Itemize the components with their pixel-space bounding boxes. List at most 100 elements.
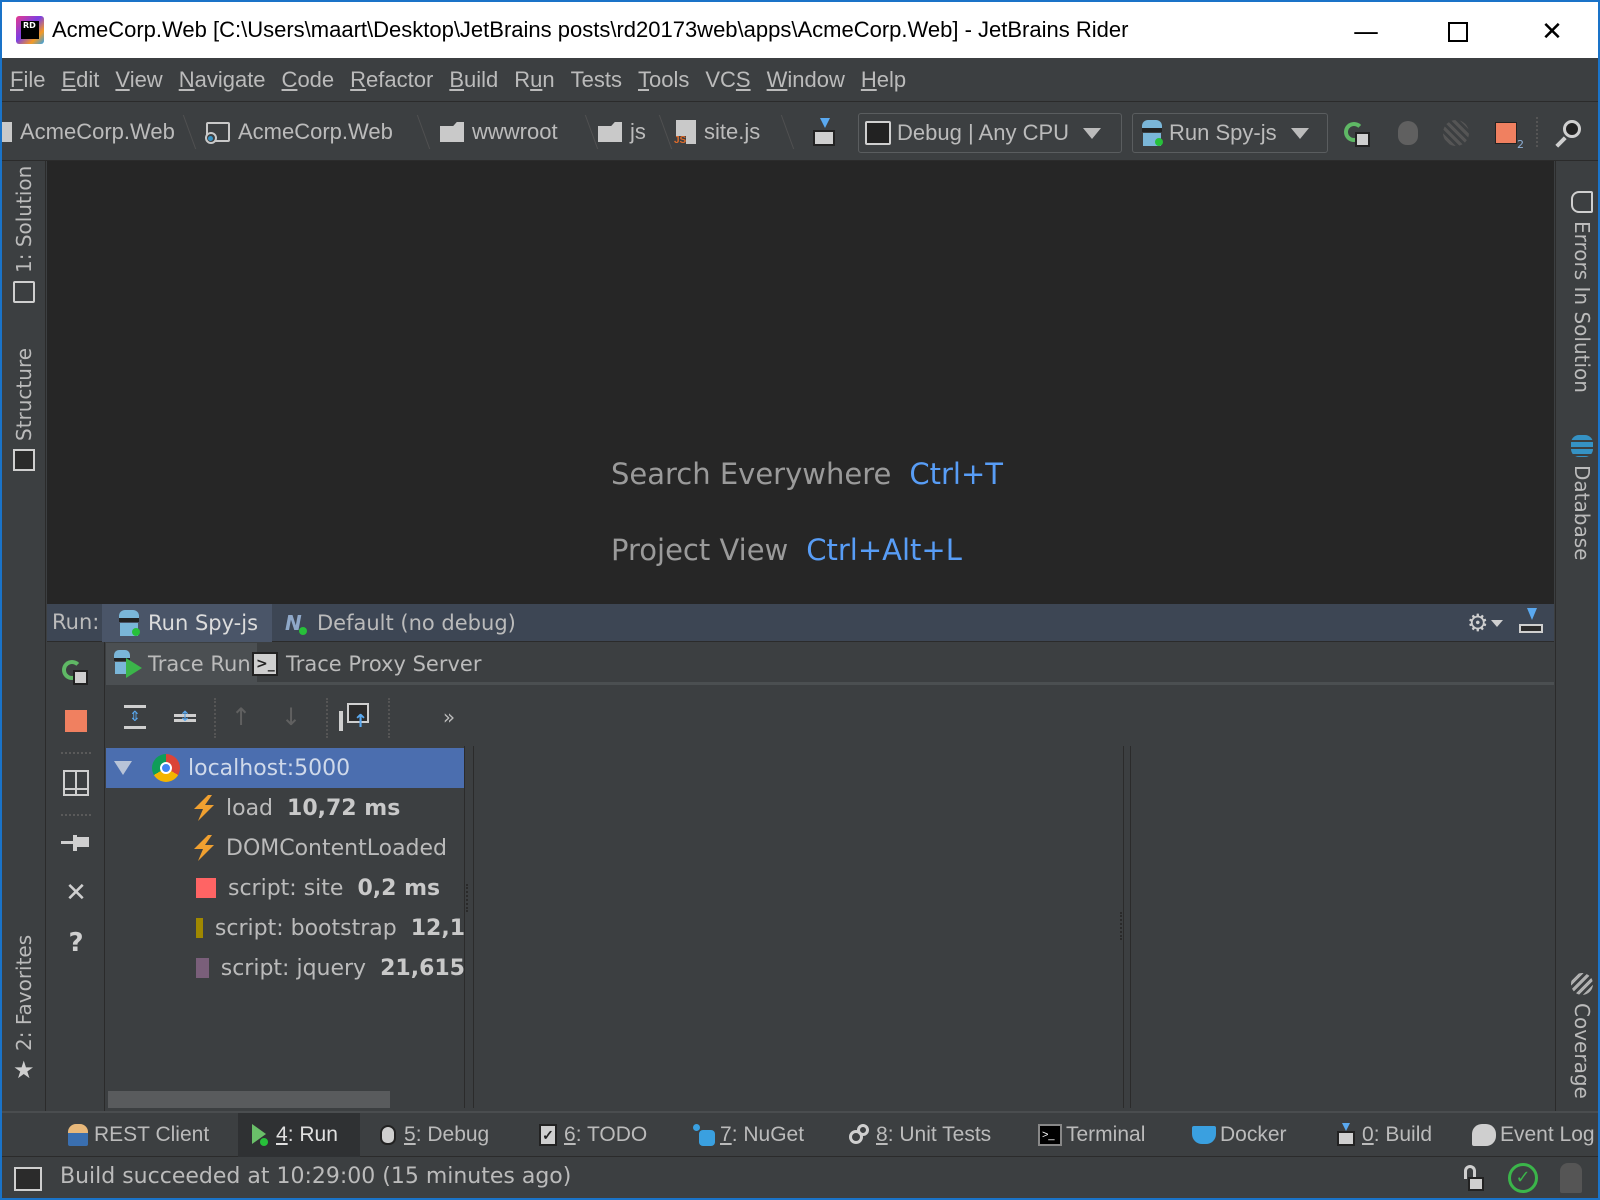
run-config-dropdown[interactable]: Run Spy-js — [1132, 113, 1328, 153]
rerun-button[interactable] — [59, 654, 93, 688]
tool-tab-database[interactable]: Database — [1570, 427, 1594, 560]
menu-item-help[interactable]: Help — [861, 67, 906, 93]
tool-tab-label: : NuGet — [731, 1123, 805, 1146]
subtab-trace-proxy-server[interactable]: >_ Trace Proxy Server — [246, 643, 487, 685]
solution-icon — [2, 122, 12, 142]
breadcrumb-solution[interactable]: AcmeCorp.Web — [2, 113, 175, 151]
tool-tab-run[interactable]: 4: Run — [238, 1113, 360, 1157]
tool-tab-terminal[interactable]: >_ Terminal — [1028, 1113, 1155, 1157]
tool-tab-debug[interactable]: 5: Debug — [366, 1113, 499, 1157]
tool-tab-nuget[interactable]: 7: NuGet — [682, 1113, 814, 1157]
build-icon — [810, 118, 838, 148]
splitter-handle[interactable] — [466, 884, 470, 912]
tool-tab-docker[interactable]: Docker — [1182, 1113, 1297, 1157]
menu-item-view[interactable]: View — [115, 67, 162, 93]
menu-item-build[interactable]: Build — [449, 67, 498, 93]
tool-tab-label: Terminal — [1066, 1123, 1146, 1146]
arrow-up-icon: ↑ — [230, 703, 252, 731]
rerun-icon — [61, 656, 91, 686]
tree-root[interactable]: localhost:5000 — [106, 748, 464, 788]
menu-item-code[interactable]: Code — [282, 67, 335, 93]
pin-button[interactable] — [59, 826, 93, 860]
tree-item[interactable]: script: bootstrap 12,1 — [106, 908, 464, 948]
menu-item-tools[interactable]: Tools — [638, 67, 689, 93]
tree-item[interactable]: script: site 0,2 ms — [106, 868, 464, 908]
more-actions-button[interactable]: » — [432, 700, 466, 734]
unlock-icon[interactable] — [1464, 1165, 1484, 1193]
help-button[interactable]: ? — [59, 926, 93, 960]
export-button[interactable]: ↑ — [338, 700, 372, 734]
title-bar: RD AcmeCorp.Web [C:\Users\maart\Desktop\… — [0, 0, 1600, 58]
breadcrumb-js[interactable]: js — [598, 113, 646, 151]
run-icon — [248, 1123, 272, 1147]
debug-button[interactable] — [1392, 117, 1424, 149]
folder-icon — [598, 122, 622, 142]
inspection-ok-icon[interactable]: ✓ — [1508, 1163, 1538, 1193]
tool-tab-solution[interactable]: 1: Solution — [12, 166, 36, 311]
stop-button[interactable] — [59, 704, 93, 738]
build-button[interactable] — [808, 117, 840, 149]
trace-tree[interactable]: localhost:5000 load 10,72 ms DOMContentLo… — [106, 746, 465, 1108]
rerun-button[interactable] — [1342, 117, 1374, 149]
breadcrumb-project[interactable]: AcmeCorp.Web — [205, 113, 393, 151]
menu-item-vcs[interactable]: VCS — [705, 67, 750, 93]
menu-item-run[interactable]: Run — [514, 67, 554, 93]
expand-all-button[interactable]: ⇕ — [118, 700, 152, 734]
chevron-double-right-icon: » — [442, 705, 456, 729]
tree-item[interactable]: load 10,72 ms — [106, 788, 464, 828]
splitter-handle[interactable] — [1120, 912, 1124, 940]
hint-project-view: Project View Ctrl+Alt+L — [611, 533, 962, 567]
menu-item-refactor[interactable]: Refactor — [350, 67, 433, 93]
tool-tab-event-log[interactable]: Event Log — [1462, 1113, 1600, 1157]
previous-button[interactable]: ↑ — [224, 700, 258, 734]
coverage-button[interactable] — [1440, 117, 1472, 149]
maximize-icon — [1448, 22, 1468, 42]
tool-tab-structure[interactable]: Structure — [12, 348, 36, 479]
menu-item-navigate[interactable]: Navigate — [179, 67, 266, 93]
subtab-trace-run[interactable]: Trace Run — [106, 643, 257, 685]
collapse-all-button[interactable]: ↕ — [168, 700, 202, 734]
docker-icon — [1192, 1123, 1216, 1147]
event-bolt-icon — [190, 834, 218, 862]
stop-button[interactable]: 2 — [1490, 117, 1524, 151]
tool-tab-rest-client[interactable]: REST Client — [56, 1113, 219, 1157]
menu-item-tests[interactable]: Tests — [571, 67, 622, 93]
menu-item-edit[interactable]: Edit — [61, 67, 99, 93]
menu-item-window[interactable]: Window — [767, 67, 845, 93]
collapse-all-icon: ↕ — [174, 705, 196, 729]
tool-tab-unit-tests[interactable]: 8: Unit Tests — [838, 1113, 1001, 1157]
tool-tab-build[interactable]: 0: Build — [1324, 1113, 1442, 1157]
js-file-icon: JS — [674, 120, 696, 146]
close-button[interactable]: ✕ — [1522, 4, 1582, 60]
trace-toolbar: ⇕ ↕ ↑ ↓ ↑ » — [106, 688, 1554, 746]
maximize-button[interactable] — [1428, 4, 1488, 60]
settings-button[interactable]: ⚙ — [1467, 610, 1507, 636]
run-tab-spy-js[interactable]: Run Spy-js — [102, 604, 273, 642]
restore-layout-button[interactable] — [59, 766, 93, 800]
tree-item[interactable]: script: jquery 21,615 — [106, 948, 464, 988]
window-title: AcmeCorp.Web [C:\Users\maart\Desktop\Jet… — [52, 17, 1129, 42]
run-tab-default[interactable]: N Default (no debug) — [271, 604, 530, 642]
tree-item[interactable]: DOMContentLoaded — [106, 828, 464, 868]
horizontal-scrollbar[interactable] — [108, 1091, 390, 1108]
close-button[interactable]: ✕ — [59, 876, 93, 910]
run-tool-window-header: Run: Run Spy-js N Default (no debug) ⚙ — [47, 604, 1554, 642]
breadcrumb-site-js[interactable]: JS site.js — [674, 113, 760, 151]
navigation-bar: AcmeCorp.Web AcmeCorp.Web wwwroot js JS … — [0, 103, 1600, 161]
script-color-swatch — [196, 878, 216, 898]
menu-item-file[interactable]: File — [10, 67, 45, 93]
breadcrumb-wwwroot[interactable]: wwwroot — [440, 113, 558, 151]
tool-tab-todo[interactable]: ✓ 6: TODO — [526, 1113, 657, 1157]
hide-button[interactable] — [1517, 608, 1547, 638]
tool-tab-label: Docker — [1220, 1123, 1287, 1146]
minimize-button[interactable]: — — [1336, 4, 1396, 60]
hector-icon[interactable] — [1560, 1163, 1582, 1193]
build-config-dropdown[interactable]: Debug | Any CPU — [858, 113, 1122, 153]
toggle-tool-windows-icon[interactable] — [14, 1167, 42, 1191]
search-everywhere-button[interactable] — [1552, 117, 1584, 149]
editor-area[interactable]: Search Everywhere Ctrl+T Project View Ctrl… — [47, 161, 1554, 604]
tool-tab-errors-in-solution[interactable]: Errors In Solution — [1570, 183, 1594, 393]
tool-tab-coverage[interactable]: Coverage — [1570, 965, 1594, 1099]
tool-tab-favorites[interactable]: ★ 2: Favorites — [12, 935, 36, 1089]
next-button[interactable]: ↓ — [274, 700, 308, 734]
